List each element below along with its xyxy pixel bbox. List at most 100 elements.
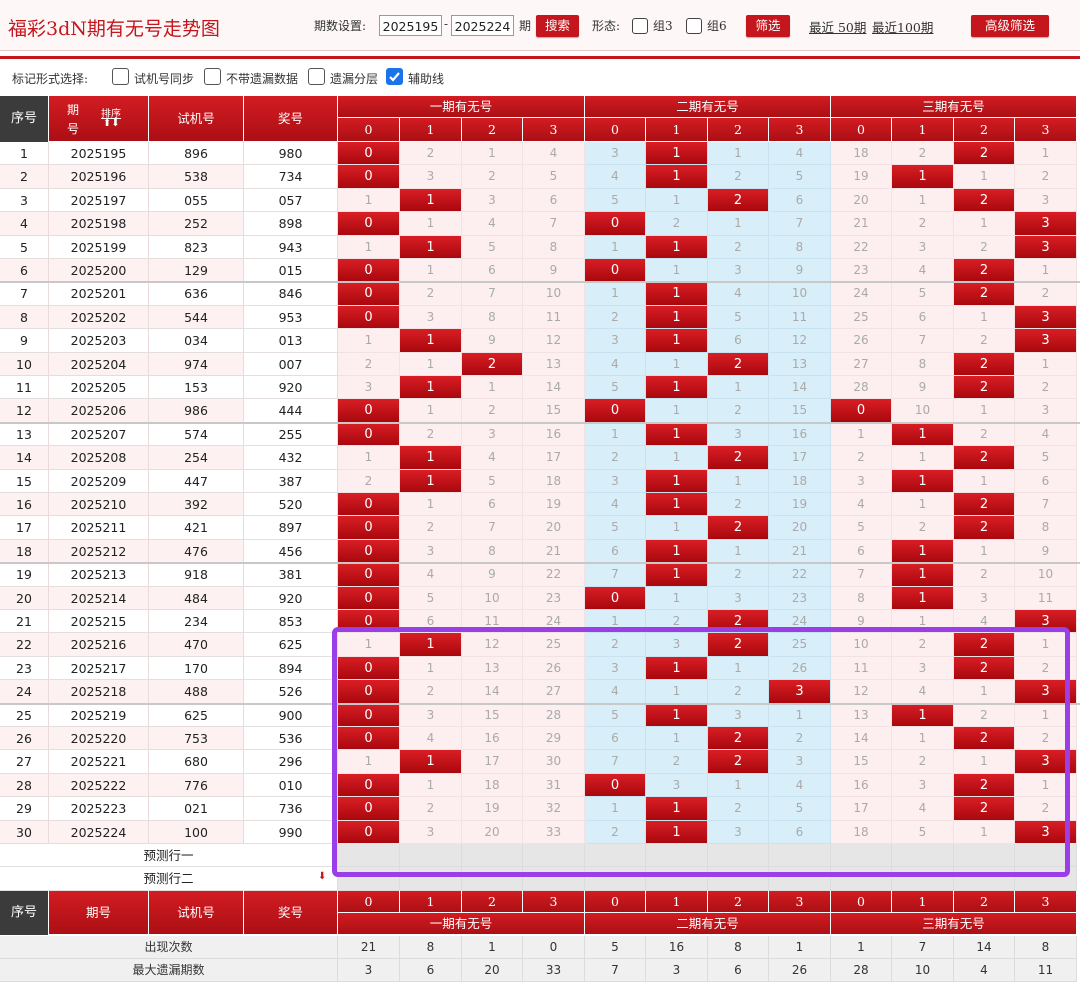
mark-option-checkbox[interactable] — [112, 68, 129, 85]
prediction-cell[interactable] — [1015, 867, 1077, 891]
miss-count-cell: 6 — [462, 259, 523, 283]
miss-count-cell: 1 — [585, 610, 646, 634]
row-seq: 12 — [0, 399, 49, 423]
prediction-cell[interactable] — [708, 844, 769, 868]
search-button[interactable]: 搜索 — [536, 15, 579, 37]
mark-option-checkbox[interactable] — [308, 68, 325, 85]
miss-count-cell: 2 — [892, 212, 954, 236]
column-header-draw-number: 奖号 — [244, 96, 338, 142]
digit-header: 0 — [831, 891, 892, 913]
miss-count-cell: 3 — [708, 703, 769, 727]
hit-cell: 1 — [400, 446, 462, 470]
form-label: 形态: — [592, 19, 621, 33]
prediction-cell[interactable] — [585, 844, 646, 868]
prediction-cell[interactable] — [462, 844, 523, 868]
miss-count-cell: 3 — [585, 656, 646, 681]
prediction-cell[interactable] — [400, 844, 462, 868]
hit-cell: 1 — [646, 703, 708, 727]
prediction-cell[interactable] — [338, 867, 400, 891]
prediction-cell[interactable] — [831, 867, 892, 891]
prediction-cell[interactable] — [954, 867, 1015, 891]
miss-count-cell: 2 — [1015, 376, 1077, 400]
prediction-cell[interactable] — [1015, 844, 1077, 868]
miss-count-cell: 4 — [954, 610, 1015, 634]
prediction-cell[interactable] — [646, 867, 708, 891]
hit-cell: 3 — [1015, 750, 1077, 774]
prediction-cell[interactable] — [769, 867, 831, 891]
miss-count-cell: 2 — [892, 633, 954, 657]
miss-count-cell: 3 — [462, 422, 523, 447]
prediction-cell[interactable] — [954, 844, 1015, 868]
row-test-number: 129 — [149, 259, 244, 283]
miss-count-cell: 2 — [585, 820, 646, 844]
group-header: 二期有无号 — [585, 913, 831, 935]
footer-header-period: 期号 — [49, 891, 149, 935]
miss-count-cell: 1 — [338, 446, 400, 470]
miss-count-cell: 3 — [708, 422, 769, 447]
miss-count-cell: 3 — [585, 142, 646, 166]
mark-options-label: 标记形式选择: — [12, 72, 89, 86]
hit-cell: 0 — [338, 259, 400, 283]
group6-checkbox[interactable] — [686, 18, 702, 34]
recent-50-link[interactable]: 最近 50期 — [809, 17, 866, 36]
row-seq: 30 — [0, 820, 49, 844]
digit-header: 3 — [769, 891, 831, 913]
prediction-cell[interactable] — [462, 867, 523, 891]
row-draw-number: 432 — [244, 446, 338, 470]
page-title: 福彩3dN期有无号走势图 — [8, 18, 220, 40]
row-draw-number: 013 — [244, 329, 338, 353]
miss-count-cell: 1 — [954, 469, 1015, 493]
period-start-input[interactable]: 2025195 — [379, 15, 442, 36]
row-seq: 22 — [0, 633, 49, 657]
prediction-cell[interactable] — [708, 867, 769, 891]
miss-count-cell: 5 — [462, 235, 523, 259]
prediction-row-label: 预测行二 — [0, 867, 338, 891]
miss-count-cell: 5 — [831, 516, 892, 540]
miss-count-cell: 6 — [462, 493, 523, 517]
mark-option-label: 不带遗漏数据 — [226, 72, 299, 86]
miss-count-cell: 1 — [708, 656, 769, 681]
miss-count-cell: 1 — [954, 212, 1015, 236]
hit-cell: 2 — [708, 516, 769, 540]
miss-count-cell: 6 — [769, 820, 831, 844]
prediction-cell[interactable] — [400, 867, 462, 891]
prediction-cell[interactable] — [338, 844, 400, 868]
row-seq: 16 — [0, 493, 49, 517]
row-period: 2025219 — [49, 703, 149, 727]
digit-header: 1 — [892, 118, 954, 142]
prediction-cell[interactable] — [892, 867, 954, 891]
miss-count-cell: 8 — [462, 305, 523, 330]
row-test-number: 254 — [149, 446, 244, 470]
hit-cell: 1 — [646, 282, 708, 306]
prediction-cell[interactable] — [523, 867, 585, 891]
digit-header: 0 — [338, 118, 400, 142]
hit-cell: 2 — [708, 188, 769, 213]
row-seq: 11 — [0, 376, 49, 400]
hit-cell: 1 — [892, 539, 954, 564]
sort-arrows-icon[interactable]: ⬆⬇ — [103, 118, 120, 129]
hit-cell: 2 — [708, 727, 769, 751]
recent-100-link[interactable]: 最近100期 — [872, 17, 933, 36]
prediction-cell[interactable] — [769, 844, 831, 868]
prediction-cell[interactable] — [585, 867, 646, 891]
row-period: 2025198 — [49, 212, 149, 236]
miss-count-cell: 5 — [400, 586, 462, 610]
mark-option-checkbox-checked[interactable] — [386, 68, 403, 85]
miss-count-cell: 7 — [523, 212, 585, 236]
prediction-cell[interactable] — [892, 844, 954, 868]
miss-count-cell: 4 — [462, 446, 523, 470]
filter-button[interactable]: 筛选 — [746, 15, 790, 37]
prediction-cell[interactable] — [831, 844, 892, 868]
prediction-cell[interactable] — [646, 844, 708, 868]
miss-count-cell: 2 — [1015, 282, 1077, 306]
group3-checkbox[interactable] — [632, 18, 648, 34]
mark-option-checkbox[interactable] — [204, 68, 221, 85]
prediction-cell[interactable] — [523, 844, 585, 868]
miss-count-cell: 1 — [646, 446, 708, 470]
period-end-input[interactable]: 2025224 — [451, 15, 514, 36]
hit-cell: 3 — [1015, 235, 1077, 259]
advanced-filter-button[interactable]: 高级筛选 — [971, 15, 1049, 37]
row-seq: 9 — [0, 329, 49, 353]
miss-count-cell: 2 — [462, 165, 523, 189]
hit-cell: 3 — [1015, 305, 1077, 330]
